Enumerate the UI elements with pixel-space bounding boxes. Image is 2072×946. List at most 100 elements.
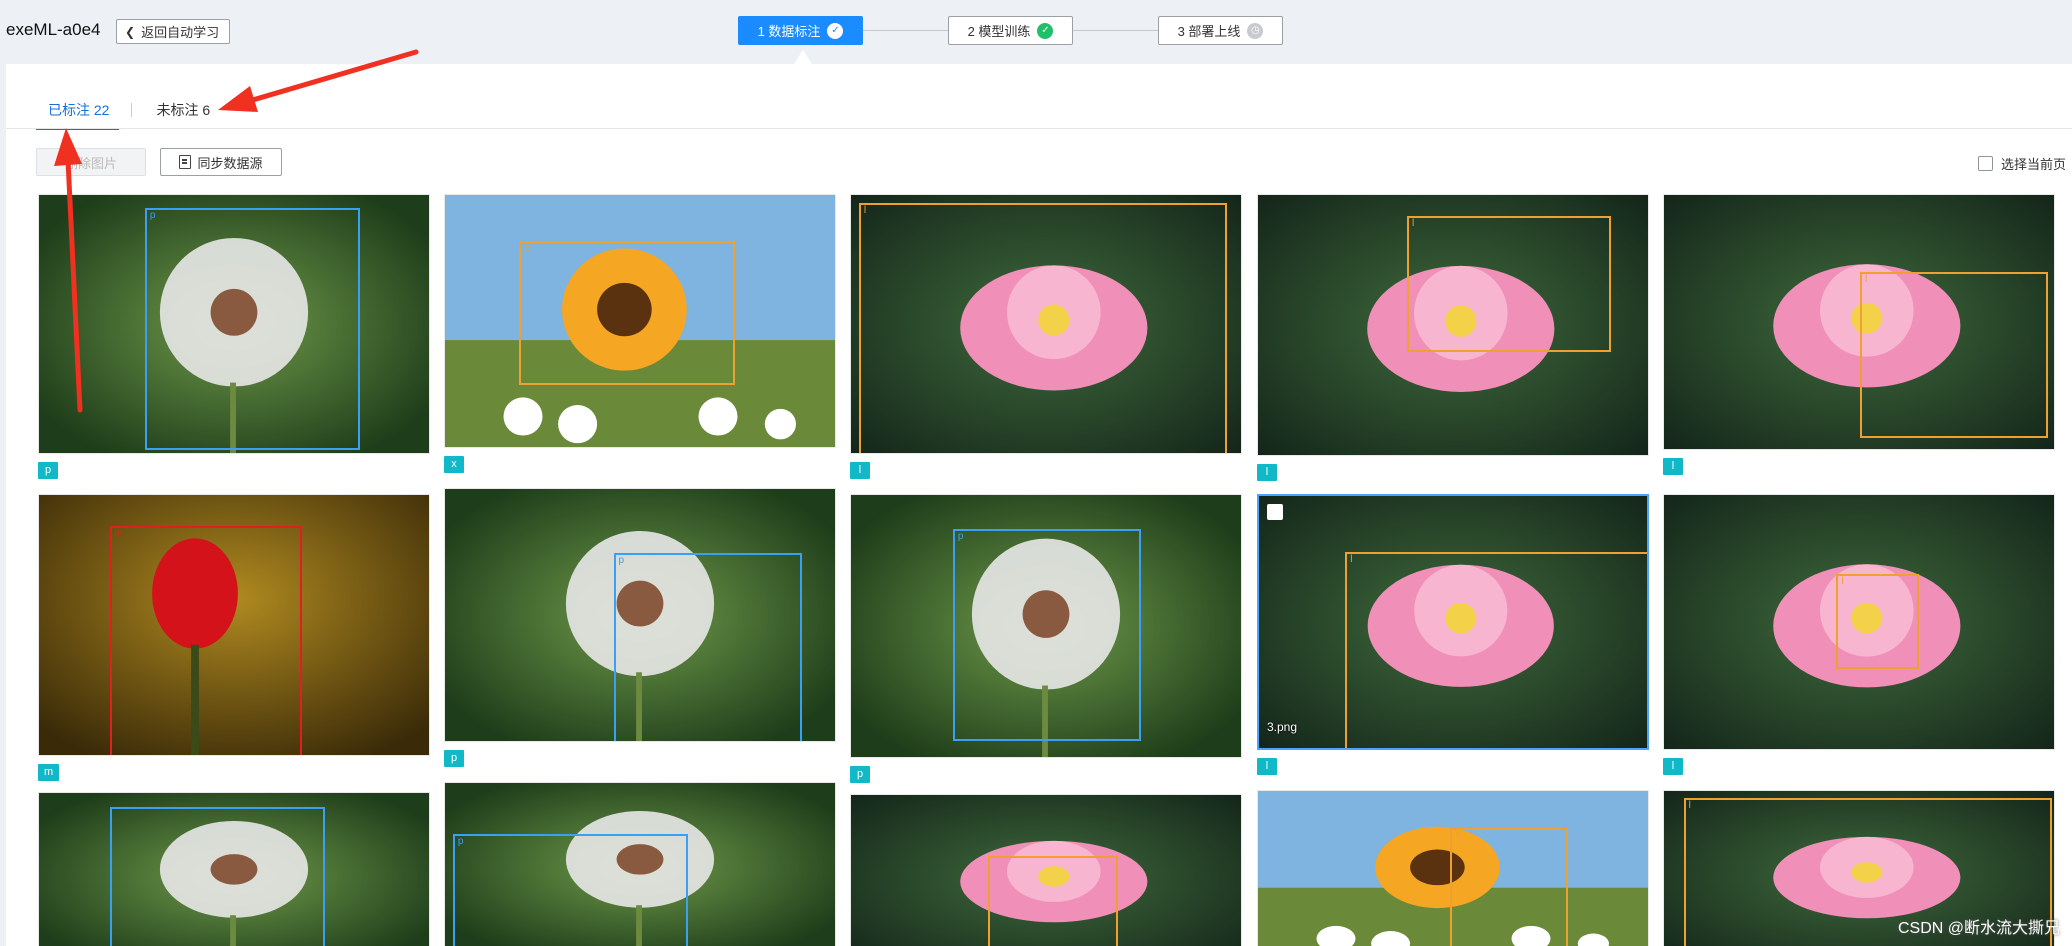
image-thumbnail[interactable]: l xyxy=(1257,194,1649,456)
image-card[interactable]: xx xyxy=(444,194,836,476)
select-page-label: 选择当前页 xyxy=(2000,157,2066,172)
bounding-box-label: x xyxy=(1455,830,1461,842)
bounding-box-label: l xyxy=(1350,554,1353,566)
label-tag: l xyxy=(1257,758,1277,775)
bounding-box-label: l xyxy=(1688,799,1691,811)
label-tag: p xyxy=(850,766,870,783)
image-card[interactable]: mm xyxy=(38,494,430,784)
bounding-box: l xyxy=(1406,215,1611,353)
image-select-checkbox[interactable] xyxy=(1267,504,1283,520)
label-tag: l xyxy=(1257,464,1277,481)
bounding-box-label: p xyxy=(618,554,625,566)
active-step-pointer xyxy=(794,50,812,64)
back-button-label: 返回自动学习 xyxy=(141,25,220,40)
image-thumbnail[interactable]: m xyxy=(38,494,430,756)
select-page-checkbox[interactable] xyxy=(1977,156,1993,171)
image-thumbnail[interactable]: x xyxy=(444,194,836,448)
bounding-box: p xyxy=(613,552,802,741)
bounding-box-label: l xyxy=(1865,273,1868,285)
document-sync-icon xyxy=(179,155,192,169)
label-tag: x xyxy=(444,456,464,473)
step-deploy[interactable]: 3 部署上线 ◷ xyxy=(1158,16,1283,45)
bounding-box-label: x xyxy=(524,242,530,254)
step-label: 2 模型训练 xyxy=(967,24,1031,39)
image-card[interactable]: ll xyxy=(1257,194,1649,484)
check-circle-icon: ✓ xyxy=(1037,22,1054,39)
step-label: 3 部署上线 xyxy=(1177,24,1241,39)
step-label: 1 数据标注 xyxy=(757,24,821,39)
check-circle-icon: ✓ xyxy=(827,22,844,39)
delete-images-button[interactable]: 删除图片 xyxy=(36,148,146,176)
bounding-box: l xyxy=(1860,271,2049,439)
select-current-page[interactable]: 选择当前页 xyxy=(1977,154,2066,173)
image-card[interactable]: l 3.png l xyxy=(1257,494,1649,778)
tabs-divider-line xyxy=(6,128,2072,129)
image-card[interactable]: ll xyxy=(850,194,1242,482)
bounding-box-label: l xyxy=(1841,576,1844,588)
image-thumbnail[interactable]: x xyxy=(1257,790,1649,946)
sync-button-label: 同步数据源 xyxy=(197,155,263,171)
label-tag: m xyxy=(38,764,60,781)
bounding-box-label: m xyxy=(114,528,123,540)
chevron-left-icon: ❮ xyxy=(125,24,136,39)
image-card[interactable]: pp xyxy=(444,488,836,770)
tab-labeled[interactable]: 已标注 22 xyxy=(36,100,120,130)
tab-unlabeled[interactable]: 未标注 6 xyxy=(144,100,220,128)
image-card[interactable] xyxy=(38,792,430,946)
image-card[interactable]: pp xyxy=(38,194,430,482)
image-card[interactable]: ll xyxy=(1663,194,2055,478)
labeling-panel: 已标注 22 未标注 6 删除图片 同步数据源 选择当前页 pp xx l l … xyxy=(6,64,2072,946)
image-filename: 3.png xyxy=(1267,720,1298,734)
image-thumbnail[interactable]: l xyxy=(1663,494,2055,750)
bounding-box-label: p xyxy=(957,531,964,543)
image-thumbnail[interactable]: p xyxy=(850,494,1242,758)
app-title: exeML-a0e4 xyxy=(6,20,101,39)
bounding-box-label: p xyxy=(457,836,464,847)
toolbar: 删除图片 同步数据源 选择当前页 xyxy=(36,148,2066,176)
image-card[interactable]: ll xyxy=(1663,494,2055,778)
sync-datasource-button[interactable]: 同步数据源 xyxy=(160,148,282,176)
watermark: CSDN @断水流大撕兄 xyxy=(1897,920,2060,937)
label-status-tabs: 已标注 22 未标注 6 xyxy=(36,100,220,130)
bounding-box-label: p xyxy=(149,210,156,221)
image-thumbnail[interactable]: p xyxy=(444,488,836,742)
tab-divider xyxy=(131,103,133,117)
image-card[interactable]: p xyxy=(444,782,836,946)
image-thumbnail[interactable]: l xyxy=(850,194,1242,454)
image-card[interactable]: x xyxy=(1257,790,1649,946)
image-thumbnail[interactable]: l 3.png xyxy=(1257,494,1649,750)
image-thumbnail[interactable]: p xyxy=(444,782,836,946)
image-card[interactable]: pp xyxy=(850,494,1242,786)
bounding-box: p xyxy=(452,834,689,946)
bounding-box: l xyxy=(858,202,1228,453)
clock-icon: ◷ xyxy=(1247,22,1264,39)
bounding-box xyxy=(988,856,1118,946)
bounding-box: m xyxy=(109,526,302,755)
bounding-box-label: l xyxy=(1411,217,1415,229)
label-tag: l xyxy=(1663,758,1683,775)
delete-button-label: 删除图片 xyxy=(64,155,117,171)
label-tag: l xyxy=(850,462,870,479)
image-thumbnail[interactable]: p xyxy=(38,194,430,454)
workflow-steps: 1 数据标注 ✓ 2 模型训练 ✓ 3 部署上线 ◷ xyxy=(738,16,1283,45)
image-thumbnail[interactable]: l xyxy=(1663,194,2055,450)
label-tag: l xyxy=(1663,458,1683,475)
top-bar: exeML-a0e4 ❮ 返回自动学习 1 数据标注 ✓ 2 模型训练 ✓ 3 … xyxy=(0,0,2072,64)
back-to-automl-button[interactable]: ❮ 返回自动学习 xyxy=(116,19,231,44)
bounding-box xyxy=(109,806,326,946)
bounding-box: l xyxy=(1836,574,1919,670)
image-thumbnail[interactable] xyxy=(850,794,1242,946)
image-card[interactable] xyxy=(850,794,1242,946)
step-model-training[interactable]: 2 模型训练 ✓ xyxy=(948,16,1073,45)
bounding-box: x xyxy=(519,240,736,386)
image-thumbnail[interactable] xyxy=(38,792,430,946)
bounding-box: x xyxy=(1450,828,1568,946)
label-tag: p xyxy=(38,462,58,479)
bounding-box-label: l xyxy=(863,204,867,216)
label-tag: p xyxy=(444,750,464,767)
bounding-box: l xyxy=(1345,552,1647,748)
step-data-labeling[interactable]: 1 数据标注 ✓ xyxy=(738,16,863,45)
step-connector xyxy=(863,30,948,31)
bounding-box: p xyxy=(952,529,1142,741)
bounding-box: p xyxy=(144,208,361,450)
